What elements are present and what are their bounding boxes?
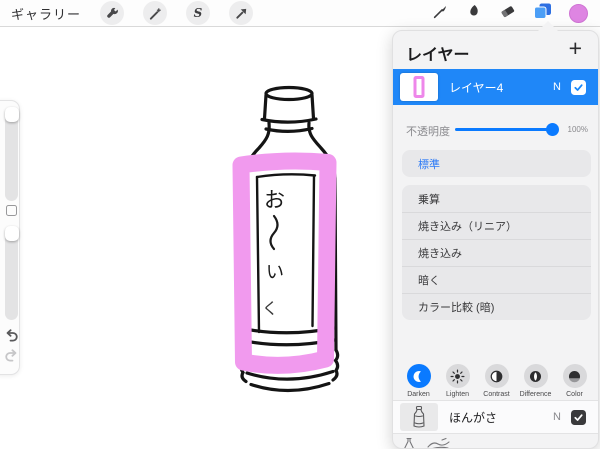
wrench-icon xyxy=(105,6,120,21)
blend-mode-label: 焼き込み（リニア） xyxy=(418,218,517,234)
layers-panel-header: レイヤー + xyxy=(393,31,598,69)
opacity-label: 不透明度 xyxy=(406,123,450,139)
category-difference[interactable]: Difference xyxy=(516,364,555,398)
category-lighten[interactable]: Lighten xyxy=(438,364,477,398)
blend-mode-label: 乗算 xyxy=(418,191,440,207)
svg-text:い: い xyxy=(266,262,284,283)
add-layer-button[interactable]: + xyxy=(569,35,582,62)
blend-mode-color-burn[interactable]: 焼き込み xyxy=(402,239,591,266)
layer-row-selected[interactable]: レイヤー4 N xyxy=(393,69,598,105)
layer-thumbnail xyxy=(400,403,438,431)
layer-name: ほんがさ xyxy=(449,409,553,426)
checkmark-icon xyxy=(573,412,584,423)
blend-mode-label: 焼き込み xyxy=(418,245,462,261)
layer-row-honga[interactable]: ほんがさ N xyxy=(393,400,598,433)
svg-text:お: お xyxy=(264,188,285,212)
svg-text:く: く xyxy=(262,299,278,318)
scribble-sketch-icon xyxy=(426,437,452,449)
blend-mode-normal-label: 標準 xyxy=(418,156,440,172)
selection-s-icon: S xyxy=(194,6,203,20)
blend-category-row: Darken Lighten xyxy=(399,364,594,398)
category-label: Darken xyxy=(407,391,430,398)
opacity-slider-knob[interactable] xyxy=(546,123,559,136)
category-label: Color xyxy=(566,391,583,398)
flask-sketch-icon xyxy=(401,437,417,449)
bottle-cap-top xyxy=(266,88,312,100)
layer-row-partial[interactable] xyxy=(393,433,598,449)
darken-moon-icon xyxy=(407,364,431,388)
selection-button[interactable]: S xyxy=(186,1,210,25)
contrast-half-circle-icon xyxy=(485,364,509,388)
color-split-circle-icon xyxy=(563,364,587,388)
redo-icon xyxy=(4,349,19,362)
redo-button[interactable] xyxy=(4,349,19,367)
brush-sidebar xyxy=(0,100,20,375)
gallery-button[interactable]: ギャラリー xyxy=(11,4,81,23)
bottle-thumb xyxy=(411,405,427,430)
color-swatch-button[interactable] xyxy=(569,4,588,23)
smudge-finger-icon xyxy=(466,3,482,19)
category-contrast[interactable]: Contrast xyxy=(477,364,516,398)
blend-mode-normal[interactable]: 標準 xyxy=(402,150,591,177)
blend-mode-label: 暗く xyxy=(418,272,440,288)
transform-button[interactable] xyxy=(229,1,253,25)
smudge-tool-button[interactable] xyxy=(466,3,482,24)
category-label: Lighten xyxy=(446,391,469,398)
blend-mode-linear-burn[interactable]: 焼き込み（リニア） xyxy=(402,212,591,239)
blend-mode-group: 乗算 焼き込み（リニア） 焼き込み 暗く カラー比較 (暗) xyxy=(402,185,591,320)
procreate-window: ギャラリー S xyxy=(0,0,600,449)
category-color[interactable]: Color xyxy=(555,364,594,398)
undo-button[interactable] xyxy=(4,329,19,347)
blend-mode-letter[interactable]: N xyxy=(553,81,561,93)
toolbar-left-group: ギャラリー S xyxy=(0,1,253,25)
toolbar-right-group xyxy=(432,0,588,27)
adjustments-button[interactable] xyxy=(143,1,167,25)
label-text: お い く xyxy=(262,188,285,318)
layer-visibility-checkbox[interactable] xyxy=(571,80,586,95)
layer-thumbnail xyxy=(400,73,438,101)
blend-mode-darken[interactable]: 暗く xyxy=(402,266,591,293)
eraser-icon xyxy=(499,3,516,19)
modify-button[interactable] xyxy=(6,205,17,216)
layer-visibility-checkbox[interactable] xyxy=(571,410,586,425)
layers-icon xyxy=(533,2,552,20)
undo-icon xyxy=(4,329,19,342)
category-label: Difference xyxy=(520,391,552,398)
opacity-slider[interactable] xyxy=(455,128,553,131)
top-toolbar: ギャラリー S xyxy=(0,0,600,27)
layer-name: レイヤー4 xyxy=(449,79,553,96)
popover-arrow xyxy=(538,21,558,31)
bottle-drawing: お い く xyxy=(228,82,352,416)
pink-rect-thumb xyxy=(411,75,427,99)
category-label: Contrast xyxy=(483,391,509,398)
brush-size-slider[interactable] xyxy=(5,107,18,201)
blend-mode-letter[interactable]: N xyxy=(553,411,561,423)
magic-wand-icon xyxy=(148,6,163,21)
brush-size-knob[interactable] xyxy=(5,107,19,122)
brush-opacity-knob[interactable] xyxy=(5,226,19,241)
lighten-sun-icon xyxy=(446,364,470,388)
blend-mode-multiply[interactable]: 乗算 xyxy=(402,185,591,212)
opacity-section: 不透明度 100% xyxy=(393,115,598,143)
blend-mode-darker-color[interactable]: カラー比較 (暗) xyxy=(402,293,591,320)
paint-brush-icon xyxy=(432,3,449,20)
layers-panel-title: レイヤー xyxy=(406,41,470,65)
layers-panel: レイヤー + レイヤー4 N 不透明度 100% xyxy=(392,30,599,449)
brush-opacity-slider[interactable] xyxy=(5,226,18,320)
checkmark-icon xyxy=(573,82,584,93)
blend-mode-label: カラー比較 (暗) xyxy=(418,299,494,315)
opacity-value: 100% xyxy=(568,125,588,134)
category-darken[interactable]: Darken xyxy=(399,364,438,398)
difference-lens-icon xyxy=(524,364,548,388)
actions-button[interactable] xyxy=(100,1,124,25)
eraser-tool-button[interactable] xyxy=(499,3,516,24)
brush-tool-button[interactable] xyxy=(432,3,449,25)
transform-arrow-icon xyxy=(234,6,249,21)
